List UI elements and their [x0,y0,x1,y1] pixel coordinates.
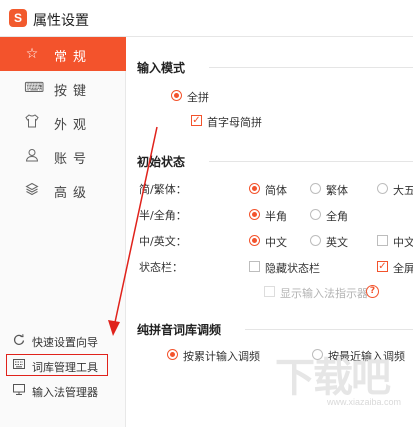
option-label: 英文 [326,236,348,249]
option-label: 中文 [393,236,413,249]
checkbox [377,235,388,246]
checkbox-hide-statusbar[interactable]: 隐藏状态栏 [249,260,339,276]
row-label: 简/繁体： [139,183,187,196]
radio-button [310,235,321,246]
radio-fullwidth[interactable]: 全角 [310,208,360,224]
checkbox-fullscreen[interactable]: ✓ 全屏 [377,260,413,276]
app-logo: S [9,9,27,27]
keyboard-icon: ⌨ [24,80,45,96]
checkbox: ✓ [377,261,388,272]
option-label: 按累计输入调频 [183,350,260,363]
checkbox-show-indicator[interactable]: 显示输入法指示器 [264,285,368,301]
tool-label: 快速设置向导 [32,336,98,349]
checkbox-chinese-punct[interactable]: 中文 [377,234,413,250]
radio-big5[interactable]: 大五 [377,182,413,198]
radio-button [310,183,321,194]
sidebar-item-label: 高级 [54,186,93,201]
quick-setup-wizard-link[interactable]: 快速设置向导 [0,330,126,352]
radio-halfwidth[interactable]: 半角 [249,208,299,224]
option-label: 首字母简拼 [207,116,262,129]
option-label: 全拼 [187,91,209,104]
section-divider [209,67,413,68]
radio-cumulative-freq[interactable]: 按累计输入调频 [167,348,277,364]
section-title-initial-state: 初始状态 [137,155,186,169]
sidebar-item-account[interactable]: 账号 [0,139,126,173]
option-label: 半角 [265,210,287,223]
radio-button [171,90,182,101]
radio-english[interactable]: 英文 [310,234,360,250]
row-label: 中/英文： [139,235,187,248]
window-title: 属性设置 [33,13,89,29]
section-divider [245,329,413,330]
monitor-icon [12,384,26,398]
section-title-freq: 纯拼音词库调频 [137,323,222,337]
sidebar-item-label: 账号 [54,152,93,167]
option-label: 大五 [393,184,413,197]
annotation-highlight-box [6,354,108,376]
option-label: 全屏 [393,262,413,275]
option-label: 繁体 [326,184,348,197]
sidebar-item-advanced[interactable]: 高级 [0,173,126,207]
star-icon: ☆ [25,46,39,62]
tool-label: 输入法管理器 [32,386,98,399]
sidebar-item-label: 外观 [54,118,93,133]
watermark-text: 下载吧 [275,355,391,401]
option-label: 中文 [265,236,287,249]
row-label: 状态栏： [139,261,183,274]
radio-chinese[interactable]: 中文 [249,234,299,250]
radio-button [249,235,260,246]
checkbox [264,286,275,297]
radio-button [249,183,260,194]
sidebar-item-appearance[interactable]: 外观 [0,105,126,139]
radio-traditional[interactable]: 繁体 [310,182,360,198]
sidebar-item-keys[interactable]: ⌨ 按键 [0,71,126,105]
title-bar: S 属性设置 [0,0,413,37]
user-icon [24,148,40,164]
radio-simplified[interactable]: 简体 [249,182,299,198]
watermark: 下载吧 www.xiazaiba.com [275,345,405,415]
radio-button [167,349,178,360]
checkbox [249,261,260,272]
watermark-url: www.xiazaiba.com [327,397,402,407]
sidebar-item-label: 按键 [54,84,93,99]
input-method-manager-link[interactable]: 输入法管理器 [0,380,126,402]
sidebar-item-general[interactable]: ☆ 常规 [0,37,126,71]
section-title-input-mode: 输入模式 [137,61,186,75]
option-label: 隐藏状态栏 [265,262,320,275]
tshirt-icon [24,114,40,130]
radio-button [249,209,260,220]
refresh-icon [12,334,26,348]
layers-icon [24,182,40,198]
row-label: 半/全角： [139,209,187,222]
section-divider [209,161,413,162]
checkbox: ✓ [191,115,202,126]
option-label: 显示输入法指示器 [280,287,368,300]
help-icon[interactable]: ? [366,285,379,298]
option-label: 简体 [265,184,287,197]
radio-button [310,209,321,220]
checkbox-shouzimu[interactable]: ✓ 首字母简拼 [191,114,301,130]
sidebar-item-label: 常规 [54,50,93,65]
radio-button [377,183,388,194]
option-label: 全角 [326,210,348,223]
radio-quanpin[interactable]: 全拼 [171,89,251,105]
